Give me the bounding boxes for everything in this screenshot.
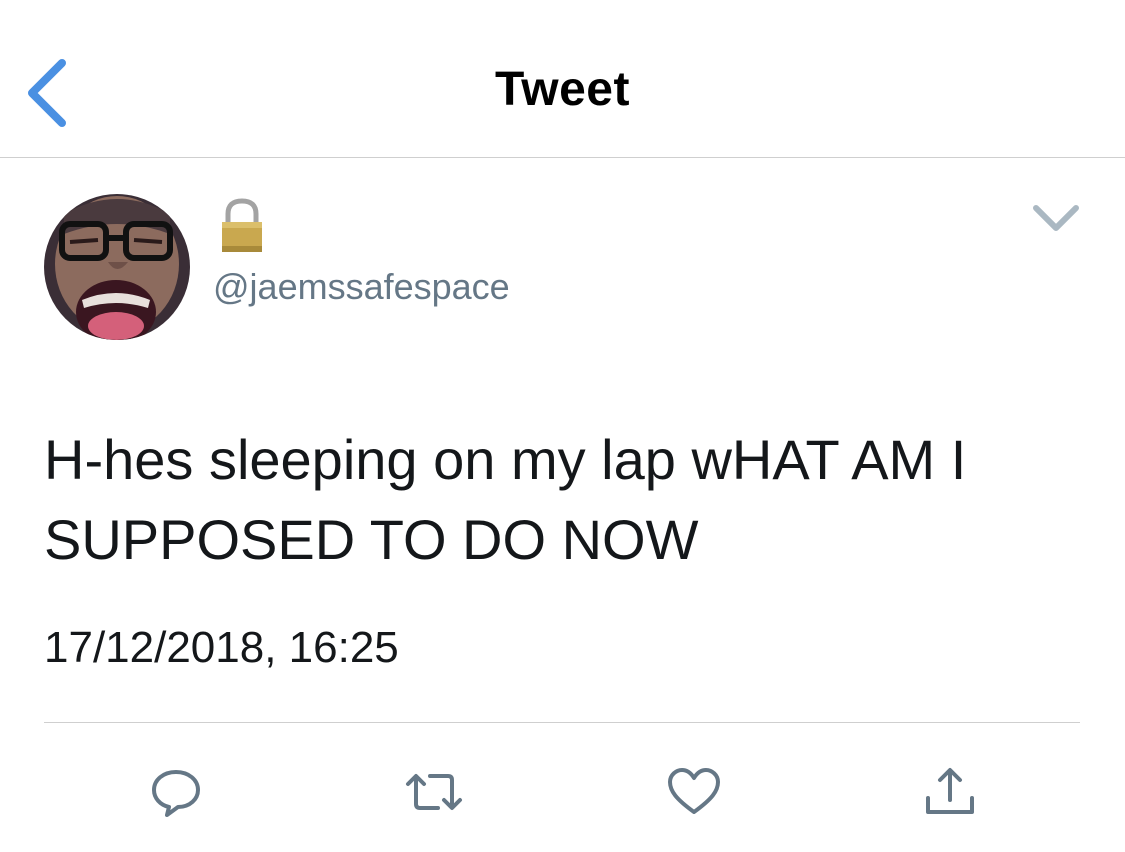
lock-icon <box>216 198 268 254</box>
retweet-button[interactable] <box>404 764 462 820</box>
navigation-bar: Tweet <box>0 0 1125 158</box>
chevron-down-icon <box>1033 205 1079 231</box>
tweet-menu-button[interactable] <box>1028 198 1084 238</box>
user-handle[interactable]: @jaemssafespace <box>213 266 510 308</box>
avatar-image <box>44 194 190 340</box>
tweet-detail: @jaemssafespace H-hes sleeping on my lap… <box>0 158 1125 852</box>
reply-icon <box>152 770 200 817</box>
like-button[interactable] <box>666 764 722 820</box>
tweet-timestamp: 17/12/2018, 16:25 <box>44 623 399 672</box>
share-button[interactable] <box>922 764 978 820</box>
divider <box>44 722 1080 723</box>
tweet-text: H-hes sleeping on my lap wHAT AM I SUPPO… <box>44 428 967 571</box>
share-icon <box>926 768 974 814</box>
page-title: Tweet <box>495 63 630 116</box>
retweet-icon <box>406 774 462 810</box>
reply-button[interactable] <box>148 764 204 820</box>
avatar[interactable] <box>44 194 190 340</box>
heart-icon <box>668 768 720 814</box>
